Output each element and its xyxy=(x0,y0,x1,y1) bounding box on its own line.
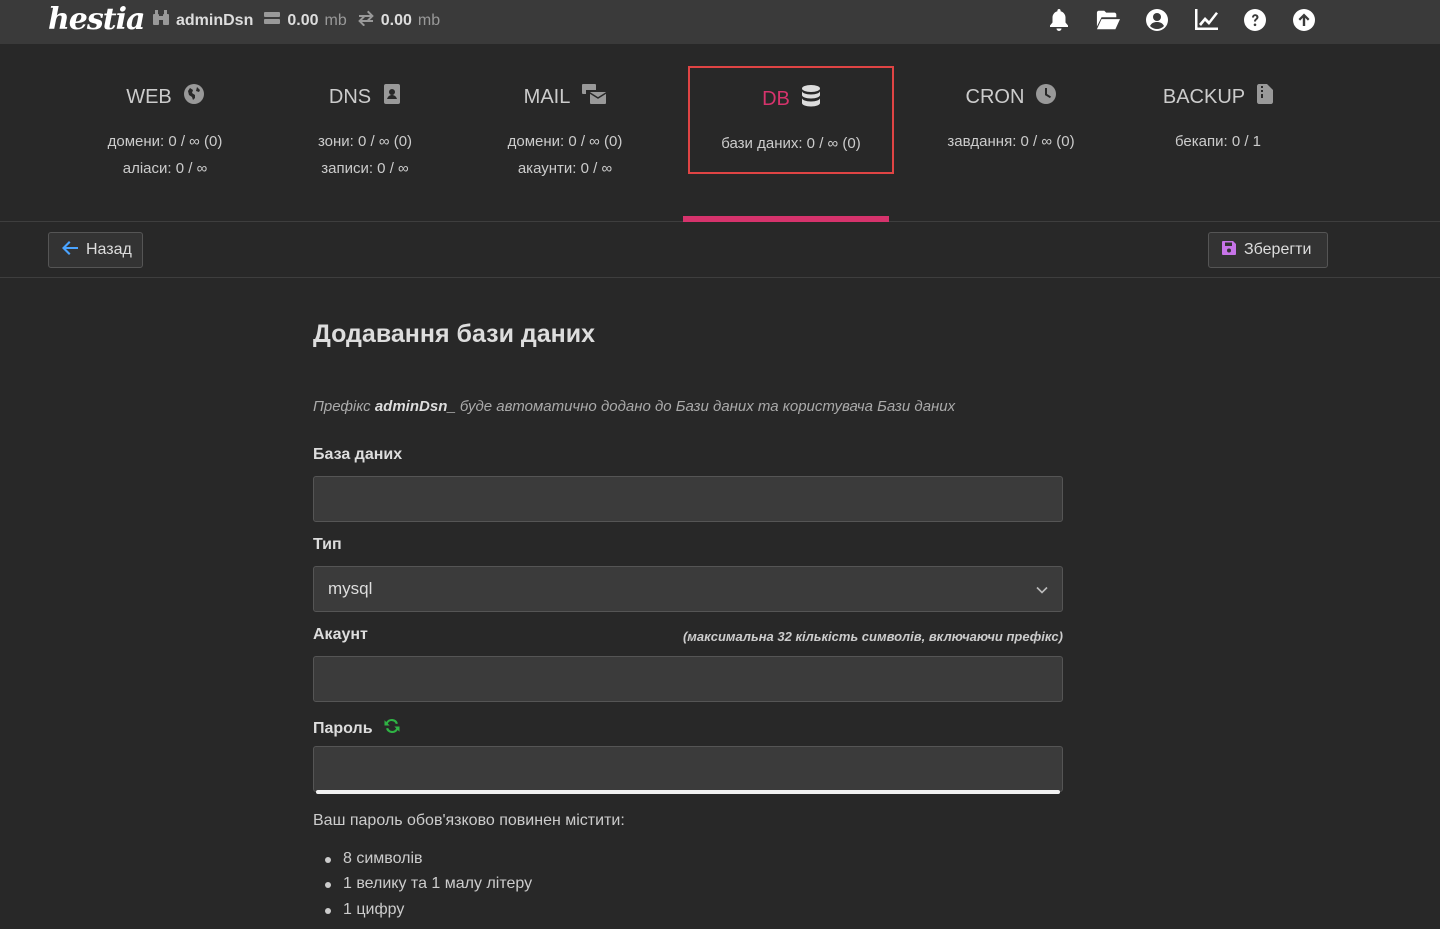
file-archive-icon xyxy=(1257,84,1274,110)
panel-title: DB xyxy=(762,87,790,110)
chart-line-icon[interactable] xyxy=(1194,8,1218,32)
user-circle-icon[interactable] xyxy=(1145,8,1169,32)
hint-prefix-user: adminDsn_ xyxy=(374,398,456,415)
exchange-icon xyxy=(357,10,375,31)
refresh-icon[interactable] xyxy=(383,717,401,740)
password-requirement: 1 велику та 1 малу літеру xyxy=(324,875,533,892)
bandwidth-unit: mb xyxy=(417,11,441,29)
account-input[interactable] xyxy=(313,656,1063,702)
disk-stat: 0.00 mb xyxy=(263,10,347,31)
back-button[interactable]: Назад xyxy=(48,232,143,268)
panel-line-2: записи: 0 / ∞ xyxy=(321,160,409,177)
panel-backup[interactable]: BACKUP бекапи: 0 / 1 xyxy=(1115,66,1321,174)
address-book-icon xyxy=(383,84,401,110)
panel-title: DNS xyxy=(328,85,372,108)
type-select-value: mysql xyxy=(328,579,373,598)
panel-title: BACKUP xyxy=(1162,85,1246,108)
panel-line-2: аліаси: 0 / ∞ xyxy=(122,160,208,177)
save-button-label: Зберегти xyxy=(1244,241,1312,258)
mail-bulk-icon xyxy=(582,84,607,110)
clock-icon xyxy=(1036,84,1057,110)
top-stats: adminDsn 0.00 mb 0.00 mb xyxy=(152,10,440,31)
top-icons xyxy=(1047,8,1316,32)
disk-unit: mb xyxy=(324,11,347,29)
panel-line-1: бекапи: 0 / 1 xyxy=(1174,133,1262,150)
panel-mail[interactable]: MAIL домени: 0 / ∞ (0) акаунти: 0 / ∞ xyxy=(462,66,668,177)
prefix-hint: Префікс adminDsn_ буде автоматично додан… xyxy=(313,398,955,415)
password-strength-meter xyxy=(316,790,1060,794)
panel-title: MAIL xyxy=(523,85,571,108)
account-note: (максимальна 32 кількість символів, вклю… xyxy=(682,629,1063,644)
hint-prefix-text: Префікс xyxy=(313,398,371,415)
question-circle-icon[interactable] xyxy=(1243,8,1267,32)
hdd-icon xyxy=(263,10,281,31)
password-requirements-title: Ваш пароль обов'язково повинен містити: xyxy=(313,812,625,829)
arrow-up-circle-icon[interactable] xyxy=(1292,8,1316,32)
hestia-logo[interactable]: hestia xyxy=(48,2,145,37)
account-label: Акаунт xyxy=(313,626,368,643)
hint-suffix-text: буде автоматично додано до Бази даних та… xyxy=(459,398,956,415)
add-database-form: Додавання бази даних Префікс adminDsn_ б… xyxy=(313,320,1063,918)
folder-open-icon[interactable] xyxy=(1096,8,1120,32)
panel-title: CRON xyxy=(965,85,1025,108)
toolbar: Назад Зберегти xyxy=(0,222,1440,278)
type-select[interactable]: mysql xyxy=(313,566,1063,612)
database-icon xyxy=(801,85,820,113)
user-stat[interactable]: adminDsn xyxy=(152,10,253,31)
password-input[interactable] xyxy=(313,746,1063,792)
binoculars-icon xyxy=(152,10,170,31)
bandwidth-value: 0.00 xyxy=(380,11,412,29)
panel-line-1: бази даних: 0 / ∞ (0) xyxy=(721,135,861,152)
password-label: Пароль xyxy=(313,719,373,737)
top-bar: hestia adminDsn 0.00 mb 0.00 mb xyxy=(0,0,1440,44)
database-label: База даних xyxy=(313,446,403,463)
chevron-down-icon xyxy=(1036,579,1048,599)
type-label: Тип xyxy=(313,536,342,553)
panel-dns[interactable]: DNS зони: 0 / ∞ (0) записи: 0 / ∞ xyxy=(262,66,468,177)
page-title: Додавання бази даних xyxy=(313,320,596,348)
username: adminDsn xyxy=(176,11,254,29)
panel-line-2: акаунти: 0 / ∞ xyxy=(517,160,613,177)
panel-web[interactable]: WEB домени: 0 / ∞ (0) аліаси: 0 / ∞ xyxy=(62,66,268,177)
bandwidth-stat: 0.00 mb xyxy=(357,10,440,31)
bell-icon[interactable] xyxy=(1047,8,1071,32)
panel-line-1: зони: 0 / ∞ (0) xyxy=(317,133,413,150)
panel-line-1: домени: 0 / ∞ (0) xyxy=(507,133,623,150)
panel-db[interactable]: DB бази даних: 0 / ∞ (0) xyxy=(688,66,894,174)
disk-value: 0.00 xyxy=(287,11,319,29)
password-requirement: 8 символів xyxy=(325,850,423,867)
panel-line-1: завдання: 0 / ∞ (0) xyxy=(947,133,1075,150)
panel-title: WEB xyxy=(126,85,172,108)
save-button[interactable]: Зберегти xyxy=(1208,232,1328,268)
arrow-left-icon xyxy=(62,240,78,260)
panel-line-1: домени: 0 / ∞ (0) xyxy=(107,133,223,150)
panel-cron[interactable]: CRON завдання: 0 / ∞ (0) xyxy=(908,66,1114,174)
stats-panels: WEB домени: 0 / ∞ (0) аліаси: 0 / ∞ DNS … xyxy=(0,44,1440,222)
floppy-disk-icon xyxy=(1222,240,1236,260)
database-input[interactable] xyxy=(313,476,1063,522)
back-button-label: Назад xyxy=(86,241,132,258)
password-label-row: Пароль xyxy=(313,717,401,740)
password-requirement: 1 цифру xyxy=(324,901,405,918)
globe-icon xyxy=(183,84,204,110)
